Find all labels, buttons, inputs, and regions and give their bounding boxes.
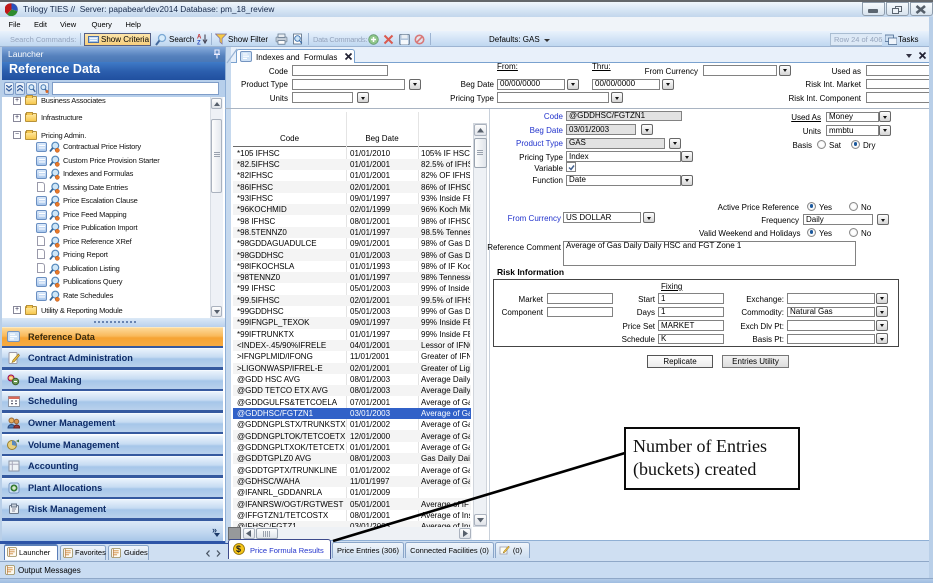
svg-text:Z: Z <box>197 41 201 46</box>
